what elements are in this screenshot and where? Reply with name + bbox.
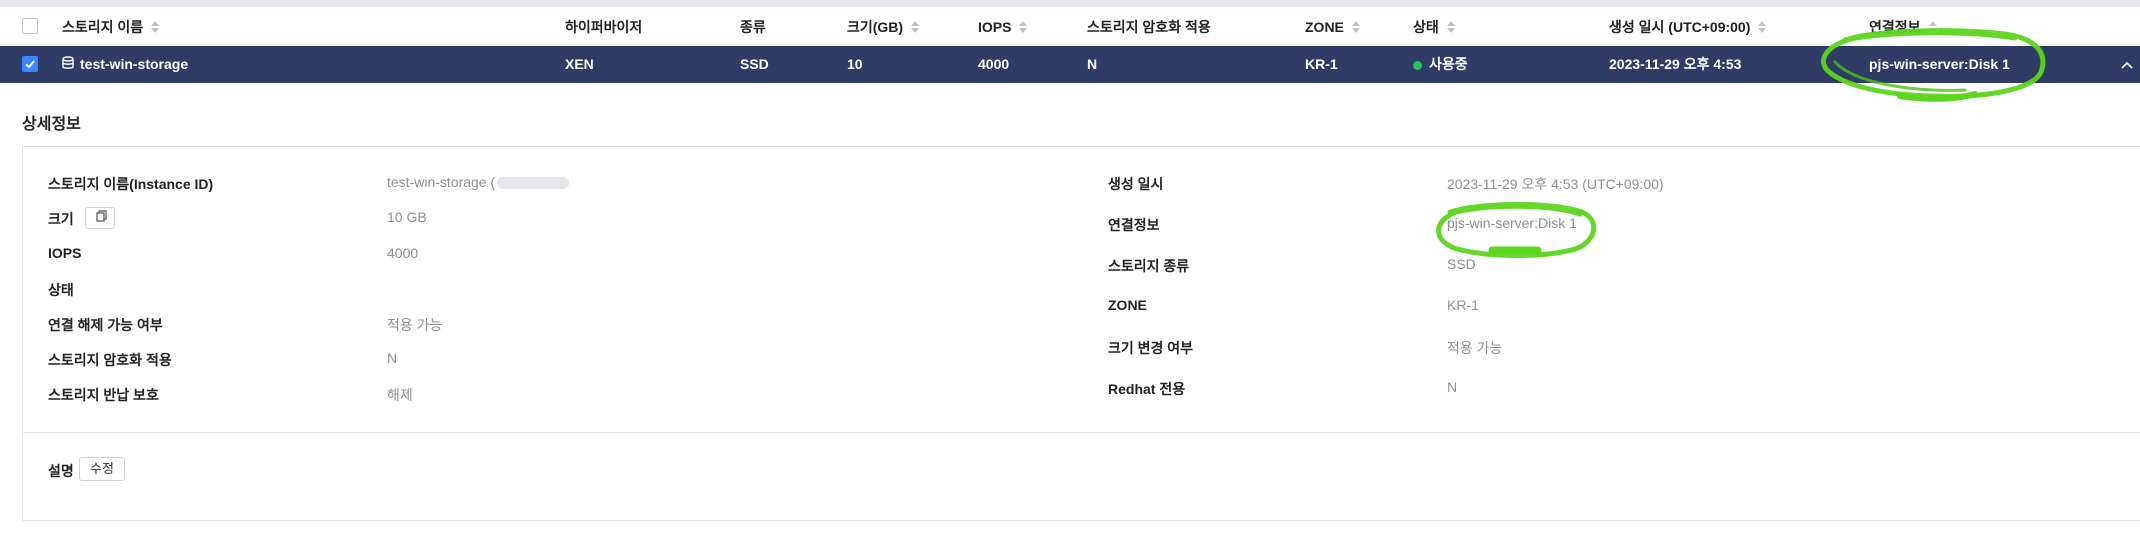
col-header-status[interactable]: 상태: [1413, 7, 1455, 46]
select-all-checkbox[interactable]: [22, 18, 38, 34]
label-description: 설명: [48, 463, 74, 479]
value-storage-name: test-win-storage (: [387, 174, 570, 190]
top-strip: [0, 0, 2140, 7]
col-header-type: 종류: [740, 18, 766, 35]
value-encryption: N: [387, 350, 398, 366]
value-detach: 적용 가능: [387, 317, 443, 333]
sort-icon[interactable]: [151, 20, 160, 33]
value-created: 2023-11-29 오후 4:53 (UTC+09:00): [1447, 176, 1664, 192]
database-icon: [62, 47, 74, 84]
cell-zone: KR-1: [1305, 56, 1338, 72]
label-redhat: Redhat 전용: [1108, 381, 1186, 397]
label-detach: 연결 해제 가능 여부: [48, 317, 163, 333]
value-resize: 적용 가능: [1447, 340, 1503, 356]
col-header-size[interactable]: 크기(GB): [847, 7, 920, 46]
sort-icon[interactable]: [1019, 20, 1028, 33]
cell-connection[interactable]: pjs-win-server:Disk 1: [1869, 46, 2010, 83]
label-status: 상태: [48, 282, 74, 298]
cell-hypervisor: XEN: [565, 56, 594, 72]
value-iops: 4000: [387, 245, 419, 261]
sort-icon[interactable]: [1446, 20, 1455, 33]
label-return-protect: 스토리지 반납 보호: [48, 387, 159, 403]
cell-size: 10: [847, 56, 863, 72]
copy-icon: [96, 210, 107, 222]
label-storage-type: 스토리지 종류: [1108, 258, 1190, 274]
status-dot: [1413, 60, 1422, 70]
value-size: 10 GB: [387, 209, 427, 225]
divider: [23, 432, 2140, 433]
edit-description-button[interactable]: 수정: [79, 457, 125, 481]
value-connection: pjs-win-server:Disk 1: [1447, 215, 1577, 231]
section-title: 상세정보: [22, 116, 81, 133]
label-zone: ZONE: [1108, 297, 1147, 313]
label-encryption: 스토리지 암호화 적용: [48, 352, 172, 368]
value-storage-type: SSD: [1447, 256, 1476, 272]
redacted-instance-id: [497, 177, 570, 190]
copy-button[interactable]: [85, 207, 115, 229]
sort-icon[interactable]: [1928, 20, 1937, 33]
cell-created: 2023-11-29 오후 4:53: [1609, 56, 1742, 72]
label-size: 크기: [48, 211, 74, 227]
label-connection: 연결정보: [1108, 217, 1160, 233]
col-header-connection[interactable]: 연결정보: [1869, 7, 1937, 46]
col-header-iops[interactable]: IOPS: [978, 7, 1028, 46]
label-iops: IOPS: [48, 245, 82, 261]
col-header-zone[interactable]: ZONE: [1305, 7, 1360, 46]
value-zone: KR-1: [1447, 297, 1479, 313]
value-return-protect: 해제: [387, 387, 413, 403]
label-storage-name: 스토리지 이름(Instance ID): [48, 176, 214, 192]
table-row[interactable]: test-win-storage XEN SSD 10 4000 N KR-1 …: [0, 46, 2140, 83]
col-header-name[interactable]: 스토리지 이름: [62, 7, 160, 46]
cell-status: 사용중: [1413, 46, 1468, 83]
sort-icon[interactable]: [1758, 20, 1767, 33]
label-resize: 크기 변경 여부: [1108, 340, 1194, 356]
chevron-up-icon[interactable]: [2120, 46, 2140, 83]
value-redhat: N: [1447, 379, 1458, 395]
cell-iops: 4000: [978, 56, 1010, 72]
col-header-created[interactable]: 생성 일시 (UTC+09:00): [1609, 7, 1767, 46]
col-header-encryption: 스토리지 암호화 적용: [1087, 18, 1211, 35]
col-header-hypervisor: 하이퍼바이저: [565, 18, 643, 35]
cell-encryption: N: [1087, 56, 1098, 72]
sort-icon[interactable]: [1351, 20, 1360, 33]
details-panel: 스토리지 이름(Instance ID) test-win-storage ( …: [22, 146, 2140, 521]
row-checkbox[interactable]: [22, 56, 38, 72]
sort-icon[interactable]: [911, 20, 920, 33]
table-header: 스토리지 이름 하이퍼바이저 종류 크기(GB) IOPS 스토리지 암호화 적…: [0, 7, 2140, 47]
cell-type: SSD: [740, 56, 769, 72]
label-created: 생성 일시: [1108, 176, 1164, 192]
cell-name[interactable]: test-win-storage: [62, 46, 188, 83]
